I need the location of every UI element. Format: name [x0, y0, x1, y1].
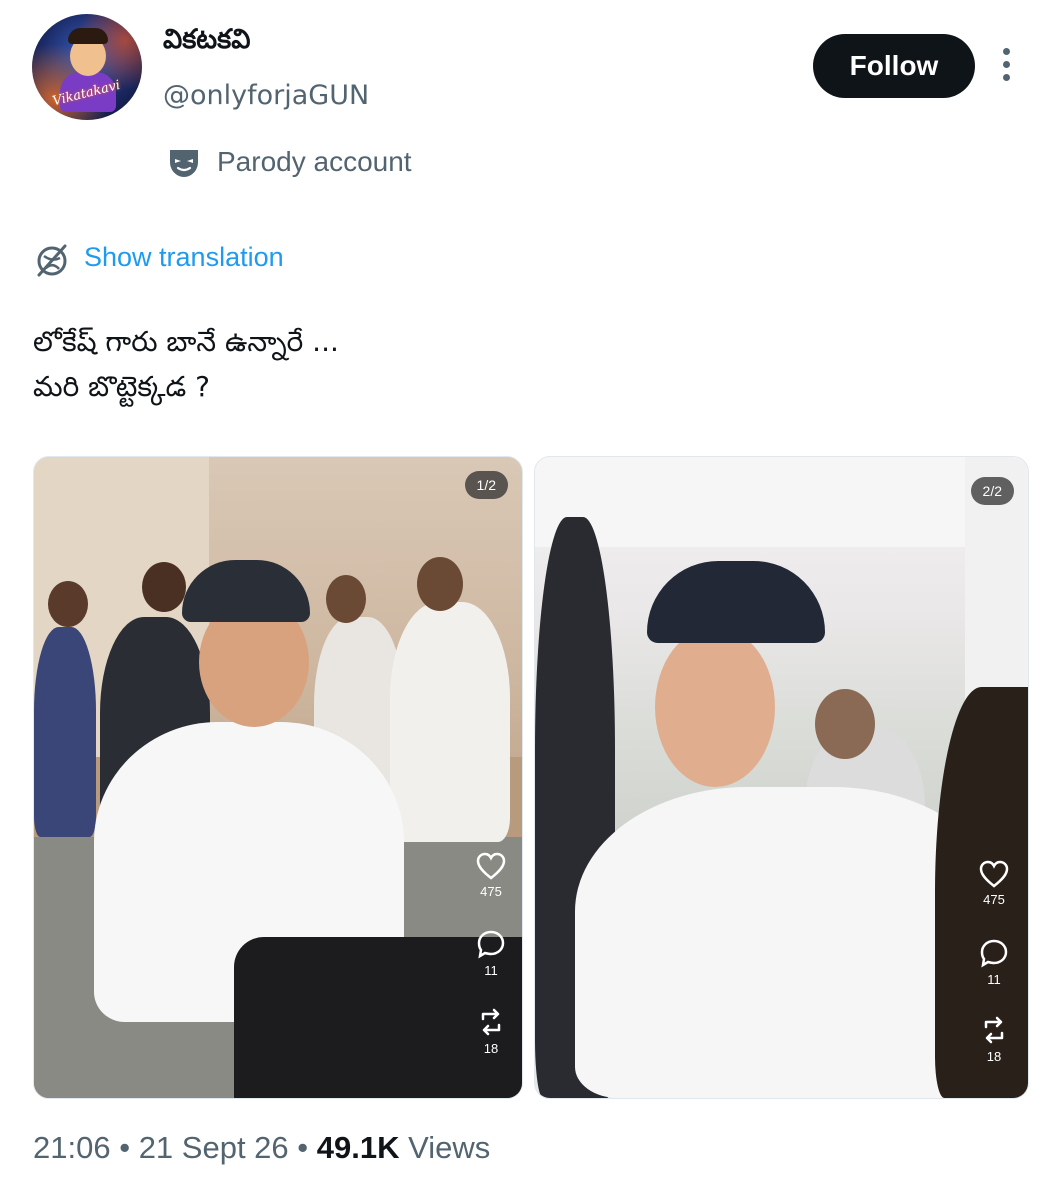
- meta-separator: •: [119, 1130, 131, 1165]
- more-options-icon[interactable]: [995, 44, 1017, 88]
- photo-1-bystander-head: [417, 557, 463, 611]
- views-label: Views: [408, 1130, 491, 1165]
- photo-2-repost-count: 18: [986, 1049, 1002, 1064]
- tweet-date[interactable]: 21 Sept 26: [139, 1130, 289, 1165]
- follow-button[interactable]: Follow: [813, 34, 975, 98]
- comment-icon: [980, 939, 1008, 968]
- photo-2-repost-action[interactable]: 18: [974, 1015, 1014, 1064]
- photo-1-page-badge: 1/2: [464, 471, 508, 499]
- photo-2-like-action[interactable]: 475: [974, 860, 1014, 907]
- photo-1-bystander: [34, 627, 96, 837]
- parody-mask-icon: [166, 144, 202, 180]
- repost-icon: [481, 1008, 501, 1036]
- display-name[interactable]: వికటకవి: [163, 24, 250, 62]
- parody-account-label: Parody account: [217, 146, 412, 177]
- tweet-photo-2[interactable]: 2/2 475 11 18: [534, 456, 1029, 1099]
- photo-2-subject-face: [655, 627, 775, 787]
- avatar[interactable]: Vikatakavi: [32, 14, 142, 120]
- photo-1-bystander: [390, 602, 510, 842]
- avatar-character-hair: [68, 28, 108, 44]
- heart-icon: [476, 852, 506, 880]
- photo-2-bystander-head: [815, 689, 875, 759]
- user-handle[interactable]: @onlyforjaGUN: [163, 80, 369, 111]
- photo-2-page-badge: 2/2: [970, 477, 1014, 505]
- tweet-text-line-1: లోకేష్ గారు బానే ఉన్నారే ...: [33, 325, 339, 358]
- photo-1-repost-action[interactable]: 18: [471, 1007, 511, 1056]
- translate-globe-icon[interactable]: [34, 242, 70, 278]
- photo-2-ceiling: [535, 457, 1028, 547]
- photo-1-like-action[interactable]: 475: [471, 852, 511, 899]
- photo-2-subject-cap: [647, 561, 825, 643]
- photo-1-bystander-head: [326, 575, 366, 623]
- tweet-metadata: 21:06 • 21 Sept 26 • 49.1K Views: [33, 1130, 490, 1166]
- photo-1-like-count: 475: [480, 884, 502, 899]
- photo-2-like-count: 475: [983, 892, 1005, 907]
- tweet-time[interactable]: 21:06: [33, 1130, 111, 1165]
- tweet-text-line-2: మరి బొట్టెక్కడ ?: [33, 370, 210, 403]
- comment-icon: [477, 930, 505, 959]
- photo-1-reply-count: 11: [484, 963, 498, 978]
- repost-icon: [984, 1016, 1004, 1044]
- photo-2-reply-action[interactable]: 11: [974, 938, 1014, 987]
- photo-1-repost-count: 18: [483, 1041, 499, 1056]
- heart-icon: [979, 860, 1009, 888]
- photo-2-reply-count: 11: [987, 972, 1001, 987]
- tweet-photo-1[interactable]: 1/2 475 11 18: [33, 456, 523, 1099]
- photo-1-bystander-head: [48, 581, 88, 627]
- photo-1-bystander-head: [142, 562, 186, 612]
- meta-separator: •: [297, 1130, 309, 1165]
- views-count[interactable]: 49.1K: [317, 1130, 400, 1165]
- show-translation-link[interactable]: Show translation: [84, 242, 284, 273]
- photo-1-reply-action[interactable]: 11: [471, 929, 511, 978]
